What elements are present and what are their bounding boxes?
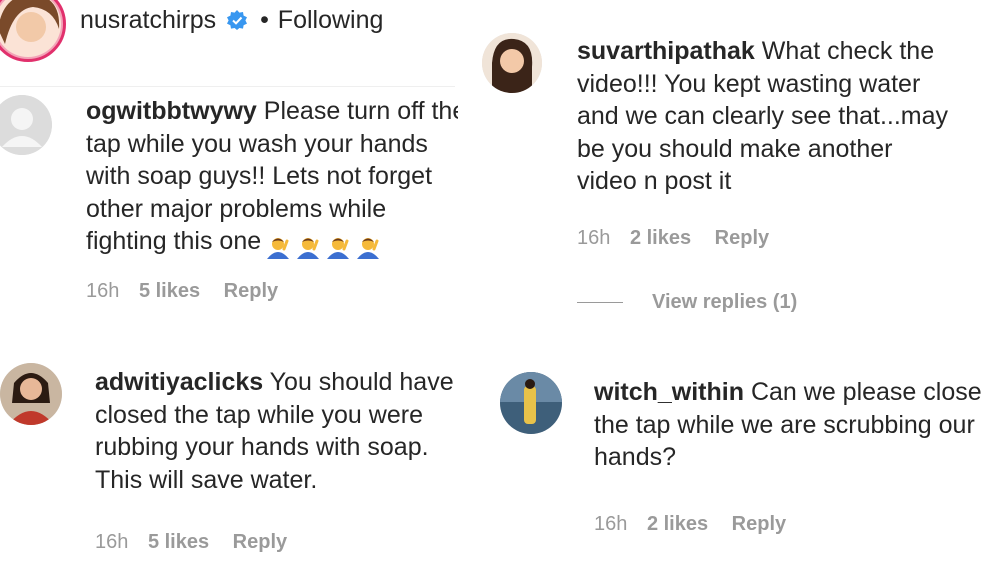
comment-line: closed the tap while you were xyxy=(95,400,423,429)
comment-meta: 16h 2 likes Reply xyxy=(594,513,804,536)
reply-button[interactable]: Reply xyxy=(732,513,786,535)
comment-line: You should have xyxy=(269,368,454,396)
reply-button[interactable]: Reply xyxy=(233,531,287,553)
comment-likes[interactable]: 5 likes xyxy=(139,280,200,302)
default-avatar-icon xyxy=(0,95,52,155)
comment-line: This will save water. xyxy=(95,465,318,494)
comment-line: Can we please close xyxy=(750,378,982,406)
comment-line: the tap while we are scrubbing our xyxy=(594,410,975,439)
comment-likes[interactable]: 5 likes xyxy=(148,531,209,553)
man-raising-hand-emoji xyxy=(297,238,320,260)
comment-line: tap while you wash your hands xyxy=(86,129,428,158)
comment-line: other major problems while xyxy=(86,194,387,223)
comment-avatar[interactable] xyxy=(482,33,542,93)
header-username[interactable]: nusratchirps xyxy=(80,6,216,34)
comment-line: Please turn off the xyxy=(263,97,458,125)
emoji-group xyxy=(261,229,381,262)
comment-body: suvarthipathak What check the video!!! Y… xyxy=(577,35,948,198)
comment-line: be you should make another xyxy=(577,134,893,163)
comment-likes[interactable]: 2 likes xyxy=(647,513,708,535)
view-replies-button[interactable]: View replies (1) xyxy=(652,291,797,314)
comment-time: 16h xyxy=(95,531,129,553)
comment-time: 16h xyxy=(594,513,628,535)
comment-username[interactable]: suvarthipathak xyxy=(577,37,755,65)
view-replies-line xyxy=(577,302,623,303)
man-raising-hand-emoji xyxy=(357,238,380,260)
comment-body: adwitiyaclicks You should have closed th… xyxy=(95,366,470,496)
comment-line: and we can clearly see that...may xyxy=(577,102,949,130)
comment-avatar[interactable] xyxy=(500,372,562,434)
comment-line: hands? xyxy=(594,443,677,471)
comment-time: 16h xyxy=(577,227,611,249)
comment-line: What check the xyxy=(761,37,935,65)
following-button[interactable]: Following xyxy=(278,6,384,34)
comment-line: rubbing your hands with soap. xyxy=(95,433,429,461)
comment-body: ogwitbbtwywy Please turn off the tap whi… xyxy=(86,95,458,262)
comment-meta: 16h 5 likes Reply xyxy=(86,280,296,303)
comment-time: 16h xyxy=(86,280,120,302)
comment-username[interactable]: adwitiyaclicks xyxy=(95,368,263,396)
comment-meta: 16h 5 likes Reply xyxy=(95,531,305,554)
man-raising-hand-emoji xyxy=(327,238,350,260)
comment-username[interactable]: witch_within xyxy=(594,378,744,406)
comment-likes[interactable]: 2 likes xyxy=(630,227,691,249)
header-separator: • xyxy=(260,6,269,34)
verified-badge-icon xyxy=(227,8,248,37)
comment-username[interactable]: ogwitbbtwywy xyxy=(86,97,257,125)
comment-line: with soap guys!! Lets not forget xyxy=(86,162,433,190)
header-divider xyxy=(0,86,455,87)
comment-line: video n post it xyxy=(577,167,732,195)
man-raising-hand-emoji xyxy=(267,238,290,260)
comment-body: witch_within Can we please close the tap… xyxy=(594,376,982,474)
comment-meta: 16h 2 likes Reply xyxy=(577,227,787,250)
comment-avatar[interactable] xyxy=(0,363,62,425)
reply-button[interactable]: Reply xyxy=(715,227,769,249)
reply-button[interactable]: Reply xyxy=(224,280,278,302)
comment-avatar[interactable] xyxy=(0,95,52,155)
header-avatar[interactable] xyxy=(0,0,66,62)
comment-line: fighting this one xyxy=(86,227,262,255)
comment-line: video!!! You kept wasting water xyxy=(577,69,921,98)
